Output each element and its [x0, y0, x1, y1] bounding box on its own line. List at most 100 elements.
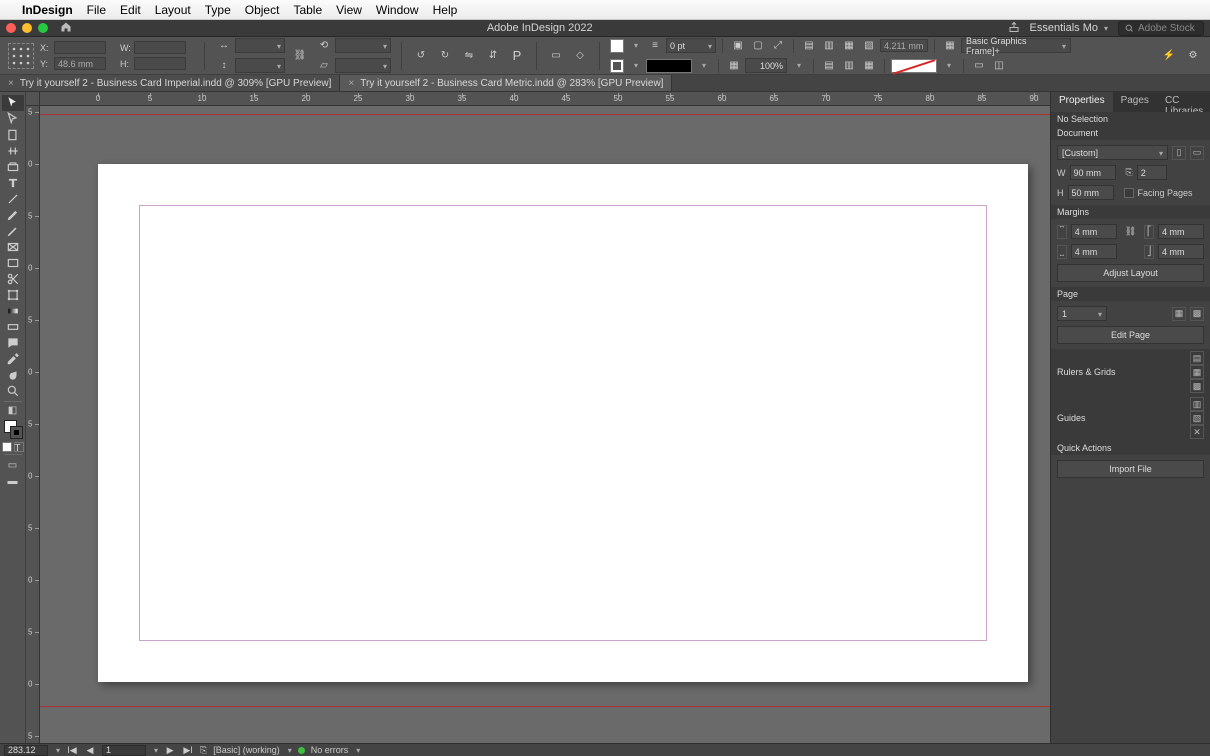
rulers-icon-2[interactable]: ▦ [1190, 365, 1204, 379]
first-page-button[interactable]: I◀ [66, 745, 78, 756]
w-input[interactable] [134, 41, 186, 54]
close-window-button[interactable] [6, 23, 16, 33]
opacity-input[interactable] [745, 58, 787, 73]
tab-cc-libraries[interactable]: CC Libraries [1157, 92, 1210, 112]
fit-frame-icon-1[interactable]: ▣ [729, 37, 747, 55]
h-input[interactable] [134, 57, 186, 70]
pencil-tool[interactable] [2, 223, 24, 239]
line-tool[interactable] [2, 191, 24, 207]
valign-top-icon[interactable]: ▤ [820, 57, 838, 75]
rectangle-tool[interactable] [2, 255, 24, 271]
last-page-button[interactable]: ▶I [182, 745, 194, 756]
selection-tool[interactable] [2, 95, 24, 111]
prev-page-button[interactable]: ◀ [84, 745, 96, 756]
scale-x-input[interactable] [235, 38, 285, 53]
close-tab-icon[interactable]: × [8, 78, 14, 89]
adobe-stock-search[interactable]: Adobe Stock [1118, 21, 1204, 36]
close-tab-icon[interactable]: × [348, 78, 354, 89]
gap-input[interactable] [880, 39, 928, 52]
text-wrap-icon[interactable]: ▦ [941, 37, 959, 55]
rectangle-frame-tool[interactable] [2, 239, 24, 255]
document-tab-1[interactable]: ×Try it yourself 2 - Business Card Imper… [0, 75, 340, 91]
quick-apply-icon[interactable]: ⚡ [1160, 47, 1178, 65]
vertical-ruler[interactable]: 5050505050505 [26, 106, 40, 743]
direct-selection-tool[interactable] [2, 111, 24, 127]
frame-options-icon[interactable]: ◫ [990, 57, 1008, 75]
horizontal-ruler[interactable]: 051015202530354045505560657075808590 [40, 92, 1050, 106]
pen-tool[interactable] [2, 207, 24, 223]
orientation-landscape-icon[interactable]: ▭ [1190, 146, 1204, 160]
x-input[interactable] [54, 41, 106, 54]
import-file-button[interactable]: Import File [1057, 460, 1204, 478]
formatting-text-icon[interactable]: T [14, 442, 24, 452]
menu-view[interactable]: View [336, 3, 362, 17]
page-grid-icon-2[interactable]: ▩ [1190, 307, 1204, 321]
formatting-container-icon[interactable] [2, 442, 12, 452]
fit-frame-icon-2[interactable]: ▢ [749, 37, 767, 55]
hand-tool[interactable] [2, 367, 24, 383]
stroke-swatch-icon[interactable] [610, 59, 624, 73]
stroke-weight-input[interactable]: 0 pt [666, 38, 716, 53]
tab-properties[interactable]: Properties [1051, 92, 1113, 112]
stroke-style-swatch[interactable] [646, 59, 692, 73]
margin-bottom-input[interactable] [1071, 244, 1117, 259]
flip-v-icon[interactable]: ⇵ [484, 47, 502, 65]
menu-file[interactable]: File [87, 3, 106, 17]
gradient-swatch-tool[interactable] [2, 303, 24, 319]
ruler-origin[interactable] [26, 92, 40, 106]
margin-left-input[interactable] [1158, 224, 1204, 239]
rulers-icon-1[interactable]: ▤ [1190, 351, 1204, 365]
menu-help[interactable]: Help [433, 3, 458, 17]
share-icon[interactable] [1008, 21, 1020, 36]
rotate-cw-icon[interactable]: ↻ [436, 47, 454, 65]
view-mode-normal[interactable]: ▭ [2, 457, 24, 473]
minimize-window-button[interactable] [22, 23, 32, 33]
margin-top-input[interactable] [1071, 224, 1117, 239]
rotate-input[interactable] [335, 38, 391, 53]
profile-dropdown[interactable] [286, 745, 292, 755]
doc-pages-input[interactable] [1137, 165, 1167, 180]
opacity-dropdown[interactable] [789, 57, 807, 75]
next-page-button[interactable]: ▶ [164, 745, 176, 756]
note-tool[interactable] [2, 335, 24, 351]
preflight-profile[interactable]: [Basic] (working) [213, 745, 280, 755]
page-grid-icon-1[interactable]: ▦ [1172, 307, 1186, 321]
open-doc-icon[interactable]: ⎘ [200, 745, 207, 756]
reference-point-selector[interactable] [8, 43, 34, 69]
page-number-dropdown[interactable]: 1 [1057, 306, 1107, 321]
zoom-tool[interactable] [2, 383, 24, 399]
menu-type[interactable]: Type [205, 3, 231, 17]
home-icon[interactable] [60, 21, 72, 36]
align-left-icon[interactable]: ▤ [800, 37, 818, 55]
workspace-switcher[interactable]: Essentials Mo [1030, 22, 1109, 34]
gap-tool[interactable] [2, 143, 24, 159]
free-transform-tool[interactable] [2, 287, 24, 303]
constrain-link-icon[interactable]: ⛓ [291, 47, 309, 65]
select-content-icon[interactable]: ◇ [571, 47, 589, 65]
menu-table[interactable]: Table [293, 3, 322, 17]
gradient-feather-tool[interactable] [2, 319, 24, 335]
menu-edit[interactable]: Edit [120, 3, 141, 17]
corner-options-icon[interactable]: ▭ [970, 57, 988, 75]
orientation-portrait-icon[interactable]: ▯ [1172, 146, 1186, 160]
object-style-dropdown[interactable]: Basic Graphics Frame]+ [961, 38, 1071, 53]
scale-y-input[interactable] [235, 58, 285, 73]
valign-mid-icon[interactable]: ▥ [840, 57, 858, 75]
tab-pages[interactable]: Pages [1113, 92, 1157, 112]
align-right-icon[interactable]: ▦ [840, 37, 858, 55]
fill-swatch-icon[interactable] [610, 39, 624, 53]
rotate-ccw-icon[interactable]: ↺ [412, 47, 430, 65]
zoom-dropdown[interactable] [54, 745, 60, 755]
app-menu[interactable]: InDesign [22, 3, 73, 17]
content-collector-tool[interactable] [2, 159, 24, 175]
menu-layout[interactable]: Layout [155, 3, 191, 17]
eyedropper-tool[interactable] [2, 351, 24, 367]
facing-pages-checkbox[interactable] [1124, 188, 1134, 198]
page-tool[interactable] [2, 127, 24, 143]
document-tab-2[interactable]: ×Try it yourself 2 - Business Card Metri… [340, 75, 672, 91]
canvas[interactable]: 051015202530354045505560657075808590 505… [26, 92, 1050, 743]
guides-icon-2[interactable]: ▧ [1190, 411, 1204, 425]
rulers-icon-3[interactable]: ▩ [1190, 379, 1204, 393]
errors-dropdown[interactable] [354, 745, 360, 755]
guides-icon-3[interactable]: ✕ [1190, 425, 1204, 439]
